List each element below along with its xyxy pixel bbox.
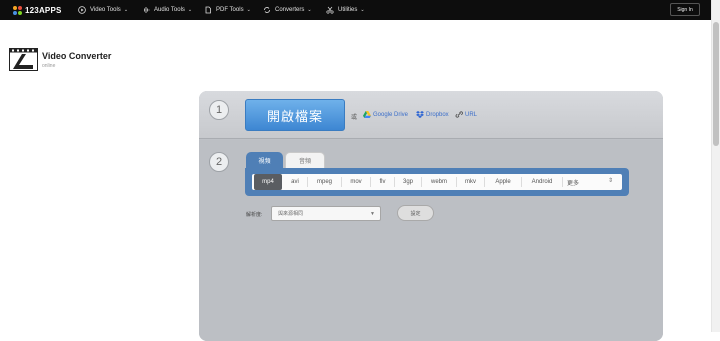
brand-logo[interactable]: 123APPS (13, 4, 62, 16)
link-icon (455, 111, 463, 118)
nav-converters[interactable]: Converters ⌄ (263, 4, 312, 16)
format-mpeg[interactable]: mpeg (308, 174, 341, 190)
resolution-select[interactable]: 與來源相同 ▼ (271, 206, 381, 221)
top-navigation-bar: 123APPS Video Tools ⌄ Audio Tools ⌄ PDF … (0, 0, 711, 20)
resolution-label: 解析度: (246, 212, 263, 218)
or-label: 或 (351, 115, 358, 121)
dropbox-label: Dropbox (426, 111, 449, 118)
tab-video[interactable]: 視頻 (246, 152, 283, 168)
up-down-arrows-icon: ⇕ (608, 178, 614, 184)
format-webm[interactable]: webm (422, 174, 456, 190)
google-drive-label: Google Drive (373, 111, 409, 118)
brand-name: 123APPS (25, 5, 62, 15)
nav-label: Converters (275, 7, 305, 13)
format-avi[interactable]: avi (283, 174, 307, 190)
google-drive-icon (363, 111, 371, 118)
nav-label: Utilities (338, 7, 358, 13)
converter-panel: 1 開啟檔案 或 Google Drive Dropbox URL 2 視頻 音… (199, 91, 663, 341)
scrollbar-thumb[interactable] (713, 22, 719, 146)
url-link[interactable]: URL (455, 111, 477, 118)
sign-in-button[interactable]: Sign In (670, 3, 700, 16)
format-android[interactable]: Android (522, 174, 562, 190)
format-mkv[interactable]: mkv (457, 174, 484, 190)
chevron-down-icon: ⌄ (360, 7, 365, 13)
format-mp4[interactable]: mp4 (254, 174, 282, 190)
format-mov[interactable]: mov (342, 174, 370, 190)
resolution-value: 與來源相同 (278, 211, 304, 217)
nav-video-tools[interactable]: Video Tools ⌄ (78, 4, 128, 16)
page-title: Video Converter (42, 51, 112, 61)
open-file-button[interactable]: 開啟檔案 (245, 99, 345, 131)
settings-button[interactable]: 設定 (397, 205, 434, 221)
format-apple[interactable]: Apple (485, 174, 521, 190)
nav-utilities[interactable]: Utilities ⌄ (326, 4, 365, 16)
video-converter-logo-icon (9, 48, 38, 71)
nav-pdf-tools[interactable]: PDF Tools ⌄ (204, 4, 251, 16)
convert-icon (263, 6, 271, 14)
brand-dots-icon (13, 5, 22, 15)
scissors-icon (326, 6, 334, 14)
format-more-select[interactable]: 更多 (563, 174, 593, 190)
step-number: 1 (209, 100, 229, 120)
waveform-icon (142, 6, 150, 14)
nav-audio-tools[interactable]: Audio Tools ⌄ (142, 4, 192, 16)
format-flv[interactable]: flv (371, 174, 394, 190)
chevron-down-icon: ⌄ (123, 7, 129, 13)
step-1-section: 1 開啟檔案 或 Google Drive Dropbox URL (199, 91, 663, 139)
dropbox-icon (416, 111, 424, 118)
nav-label: Audio Tools (154, 7, 185, 13)
tab-audio[interactable]: 音頻 (285, 152, 325, 168)
play-circle-icon (78, 6, 86, 14)
document-icon (204, 6, 212, 14)
step-number: 2 (209, 152, 229, 172)
format-3gp[interactable]: 3gp (395, 174, 421, 190)
chevron-down-icon: ⌄ (187, 7, 193, 13)
google-drive-link[interactable]: Google Drive (363, 111, 408, 118)
chevron-down-icon: ⌄ (246, 7, 251, 13)
page-subtitle: online (42, 63, 56, 69)
nav-label: PDF Tools (216, 7, 244, 13)
caret-down-icon: ▼ (370, 211, 375, 217)
chevron-down-icon: ⌄ (307, 7, 312, 13)
dropbox-link[interactable]: Dropbox (416, 111, 449, 118)
url-label: URL (465, 111, 478, 118)
nav-label: Video Tools (90, 7, 121, 13)
